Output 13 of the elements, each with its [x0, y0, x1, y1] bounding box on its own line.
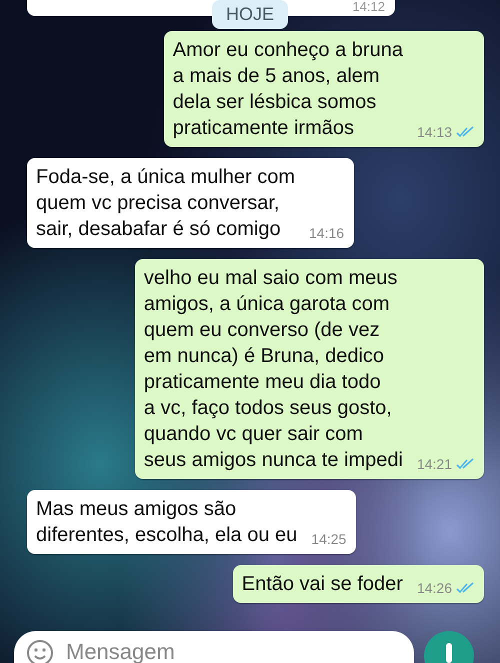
- message-time: 14:26: [416, 580, 452, 596]
- message-text: Foda-se, a única mulher com quem vc precisa conversar, sair, desabafar é só comigo: [36, 165, 296, 242]
- message-time: 14:21: [416, 456, 452, 472]
- message-time: 14:16: [309, 225, 344, 241]
- message-time: 14:13: [416, 124, 452, 140]
- message-text: Então vai se foder: [242, 572, 403, 597]
- message-time: 14:25: [311, 531, 346, 547]
- message-text: Amor eu conheço a bruna a mais de 5 anos, alem dela ser lésbica somos praticamente irmãos: [172, 38, 403, 141]
- message-text: velho eu mal saio com meus amigos, a única garota com quem eu converso (de vez em nunca) é Bruna, dedico praticamente meu dia todo a vc, faço todos seus gosto, quando vc quer sair com seus amigos nunca te impedi: [144, 266, 403, 473]
- message-text: Mas meus amigos são diferentes, escolha, ela ou eu: [36, 497, 298, 548]
- date-chip: HOJE: [212, 0, 288, 29]
- message-time: 14:12: [352, 0, 385, 14]
- emoji-icon[interactable]: [26, 639, 54, 663]
